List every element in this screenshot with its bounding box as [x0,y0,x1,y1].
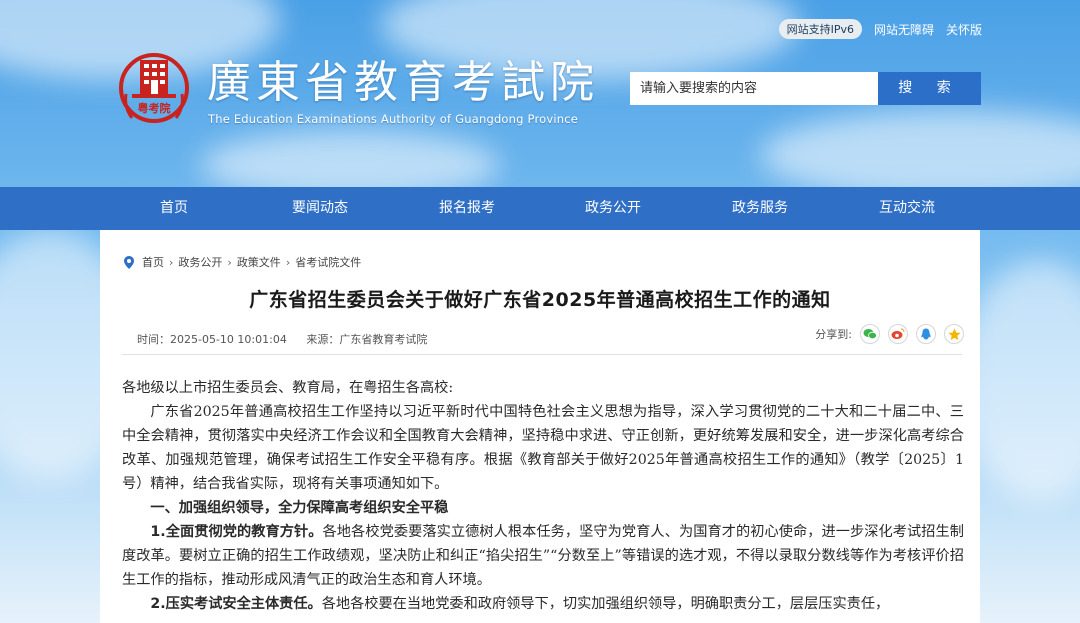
accessibility-link[interactable]: 网站无障碍 [874,21,934,38]
nav-registration[interactable]: 报名报考 [407,187,527,230]
publish-time: 时间：2025-05-10 10:01:04 [137,333,287,346]
site-name-english: The Education Examinations Authority of … [208,112,579,126]
site-logo[interactable]: 粤考院 [118,48,190,132]
item-lead: 2.压实考试安全主体责任。 [150,596,322,612]
care-version-link[interactable]: 关怀版 [946,21,982,38]
ipv6-badge: 网站支持IPv6 [778,19,862,39]
breadcrumb-policy-docs[interactable]: 政策文件 [237,254,281,270]
location-pin-icon [124,255,134,269]
article-source: 来源：广东省教育考试院 [306,333,428,346]
main-nav: 首页 要闻动态 报名报考 政务公开 政务服务 互动交流 [0,187,1080,230]
logo-text: 粤考院 [138,101,171,115]
share-label: 分享到: [815,328,852,341]
wechat-share-icon[interactable] [860,324,880,344]
breadcrumb-separator: › [169,255,174,269]
intro-paragraph: 广东省2025年普通高校招生工作坚持以习近平新时代中国特色社会主义思想为指导，深… [122,404,964,492]
item-text: 各地各校要在当地党委和政府领导下，切实加强组织领导，明确职责分工，层层压实责任， [321,596,890,612]
site-name[interactable]: 廣東省教育考試院 [207,58,599,108]
breadcrumb-authority-docs[interactable]: 省考试院文件 [295,254,361,270]
meta-divider [122,354,962,355]
nav-interaction[interactable]: 互动交流 [847,187,967,230]
nav-public-affairs[interactable]: 政务公开 [553,187,673,230]
top-utility-links: 网站支持IPv6 网站无障碍 关怀版 [778,19,982,39]
nav-news[interactable]: 要闻动态 [260,187,380,230]
breadcrumb-separator: › [285,255,291,269]
breadcrumb-home[interactable]: 首页 [142,254,164,270]
greeting-paragraph: 各地级以上市招生委员会、教育局，在粤招生各高校: [122,380,454,396]
weibo-share-icon[interactable] [888,324,908,344]
breadcrumb-separator: › [227,255,232,269]
article-title: 广东省招生委员会关于做好广东省2025年普通高校招生工作的通知 [249,289,831,311]
breadcrumb-public-affairs[interactable]: 政务公开 [178,254,222,270]
section-heading: 一、加强组织领导，全力保障高考组织安全平稳 [150,500,449,516]
nav-government-services[interactable]: 政务服务 [700,187,820,230]
item-paragraph: 1.全面贯彻党的教育方针。各地各校党委要落实立德树人根本任务，坚守为党育人、为国… [122,520,964,592]
qzone-share-icon[interactable] [944,324,964,344]
breadcrumb: 首页 › 政务公开 › 政策文件 › 省考试院文件 [124,254,361,270]
item-lead: 1.全面贯彻党的教育方针。 [150,524,323,540]
nav-home[interactable]: 首页 [114,187,234,230]
search-input[interactable]: 请输入要搜索的内容 [630,72,878,105]
article-body: 各地级以上市招生委员会、教育局，在粤招生各高校: 广东省2025年普通高校招生工… [122,376,964,616]
qq-share-icon[interactable] [916,324,936,344]
article-meta: 时间：2025-05-10 10:01:04 来源：广东省教育考试院 [137,331,443,347]
article-panel: 首页 › 政务公开 › 政策文件 › 省考试院文件 广东省招生委员会关于做好广东… [100,230,980,623]
share-bar: 分享到: [815,324,964,344]
search-button[interactable]: 搜 索 [878,72,981,105]
item-paragraph: 2.压实考试安全主体责任。各地各校要在当地党委和政府领导下，切实加强组织领导，明… [122,592,964,616]
